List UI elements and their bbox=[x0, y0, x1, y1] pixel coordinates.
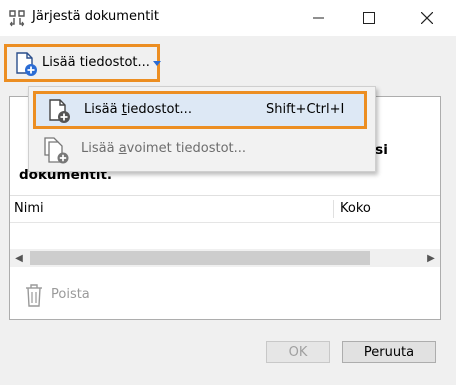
add-files-label: Lisää tiedostot... bbox=[42, 55, 150, 70]
column-divider[interactable] bbox=[333, 200, 334, 218]
menu-item-add-files[interactable]: Lisää tiedostot... Shift+Ctrl+I bbox=[33, 91, 367, 129]
close-button[interactable] bbox=[404, 0, 450, 36]
organize-documents-icon bbox=[9, 10, 25, 27]
chevron-down-icon[interactable] bbox=[153, 61, 161, 66]
add-document-icon bbox=[16, 52, 37, 76]
minimize-icon bbox=[313, 17, 324, 19]
remove-label: Poista bbox=[51, 287, 90, 302]
scroll-right-icon[interactable]: ▶ bbox=[422, 249, 440, 267]
cancel-button[interactable]: Peruuta bbox=[342, 341, 436, 363]
menu-item-add-open-files-label: Lisää avoimet tiedostot... bbox=[81, 141, 247, 156]
menu-item-add-files-label: Lisää tiedostot... bbox=[84, 102, 192, 117]
menu-item-add-open-files[interactable]: Lisää avoimet tiedostot... bbox=[29, 133, 375, 165]
add-document-icon bbox=[49, 99, 70, 123]
menu-item-add-files-shortcut: Shift+Ctrl+I bbox=[266, 102, 345, 117]
scroll-thumb[interactable] bbox=[30, 251, 370, 265]
maximize-button[interactable] bbox=[346, 0, 392, 36]
column-size[interactable]: Koko bbox=[340, 201, 371, 216]
column-name[interactable]: Nimi bbox=[14, 201, 44, 216]
table-header: Nimi Koko bbox=[10, 195, 440, 223]
window-title: Järjestä dokumentit bbox=[32, 9, 160, 24]
close-icon bbox=[421, 12, 433, 24]
maximize-icon bbox=[363, 12, 375, 24]
horizontal-scrollbar[interactable]: ◀ ▶ bbox=[10, 249, 440, 267]
minimize-button[interactable] bbox=[296, 0, 342, 36]
ok-button[interactable]: OK bbox=[266, 341, 330, 363]
scroll-left-icon[interactable]: ◀ bbox=[10, 249, 28, 267]
trash-icon bbox=[26, 284, 42, 307]
add-open-documents-icon bbox=[44, 137, 69, 164]
add-files-dropdown-menu: Lisää tiedostot... Shift+Ctrl+I Lisää av… bbox=[28, 86, 376, 172]
title-bar: Järjestä dokumentit bbox=[0, 0, 456, 36]
add-files-toolbar-button[interactable]: Lisää tiedostot... bbox=[4, 44, 161, 82]
